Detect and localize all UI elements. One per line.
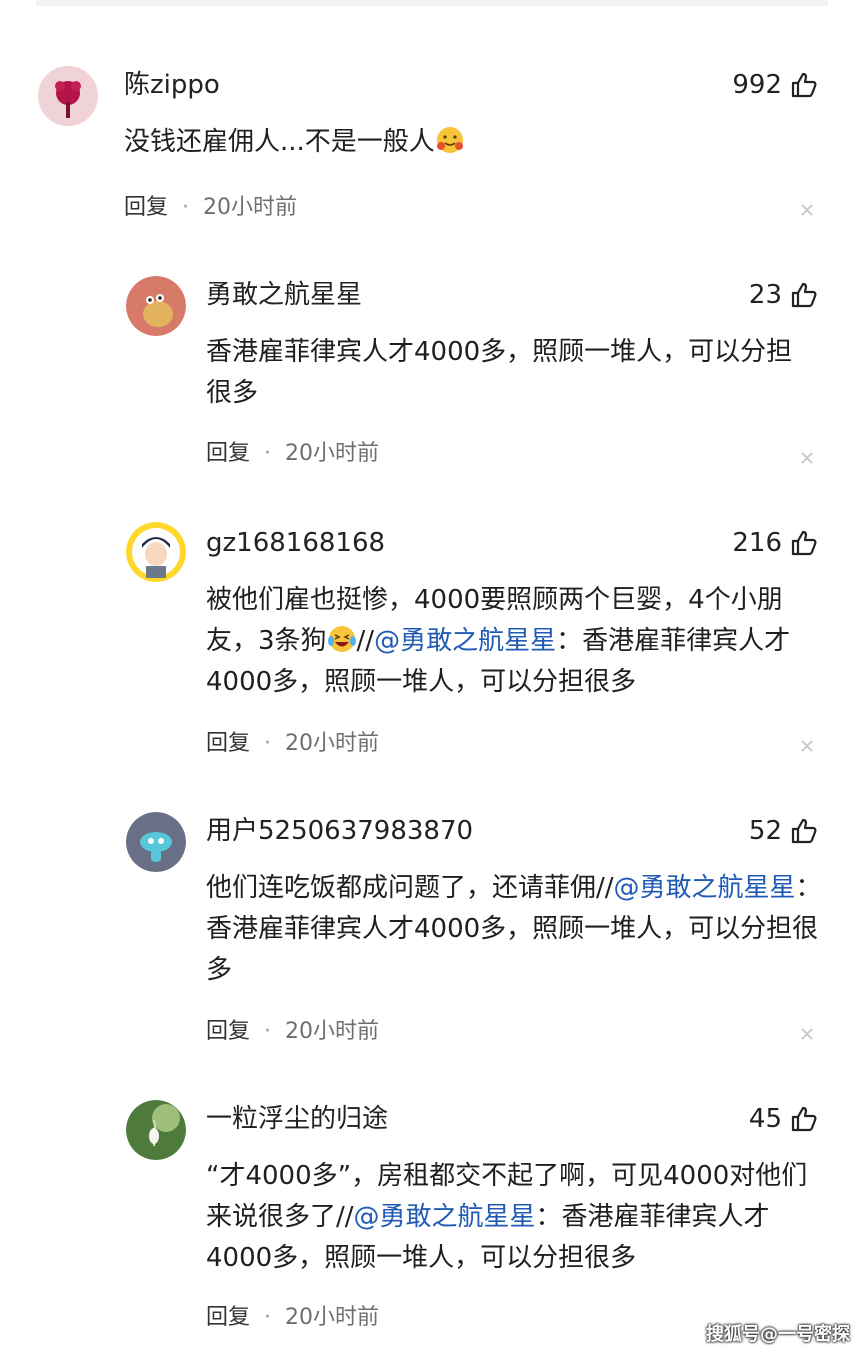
avatar-image [126,276,186,336]
avatar[interactable] [126,276,186,336]
reply-button[interactable]: 回复 [206,729,250,759]
username[interactable]: gz168168168 [206,526,385,560]
thumbs-up-icon [791,282,817,308]
avatar-image [126,812,186,872]
like-count: 45 [748,1104,782,1134]
thumbs-up-icon [791,72,817,98]
comment-meta: 回复 · 20小时前 [206,729,379,759]
reply-button[interactable]: 回复 [206,1017,250,1047]
timestamp: 20小时前 [203,195,298,220]
comment-meta: 回复 · 20小时前 [206,439,379,469]
like-count: 52 [748,816,782,846]
username[interactable]: 一粒浮尘的归途 [206,1102,388,1136]
like-count: 216 [732,528,782,558]
like-button[interactable]: 23 [749,278,818,312]
mention-link[interactable]: @勇敢之航星星 [354,1202,536,1232]
username[interactable]: 陈zippo [124,68,220,102]
like-count: 992 [732,70,782,100]
thumbs-up-icon [791,1106,817,1132]
comment-meta: 回复 · 20小时前 [206,1017,379,1047]
avatar[interactable] [126,1100,186,1160]
timestamp: 20小时前 [285,731,380,756]
avatar[interactable] [38,66,98,126]
avatar-image [126,1100,186,1160]
comment-meta: 回复 · 20小时前 [206,1303,379,1333]
username[interactable]: 用户5250637983870 [206,814,473,848]
close-icon[interactable] [800,1027,814,1041]
like-button[interactable]: 216 [732,526,818,560]
source-watermark: 搜狐号@一号密探 [706,1324,850,1345]
comment-meta: 回复 · 20小时前 [124,193,297,223]
timestamp: 20小时前 [285,1305,380,1330]
avatar[interactable] [126,522,186,582]
username[interactable]: 勇敢之航星星 [206,278,362,312]
comment-text: 被他们雇也挺惨，4000要照顾两个巨婴，4个小朋友，3条狗//@勇敢之航星星：香… [206,585,791,697]
close-icon[interactable] [800,739,814,753]
reply-button[interactable]: 回复 [124,193,168,223]
avatar[interactable] [126,812,186,872]
like-button[interactable]: 992 [732,68,818,102]
comment-text: 没钱还雇佣人...不是一般人 [124,122,824,163]
timestamp: 20小时前 [285,441,380,466]
reply-button[interactable]: 回复 [206,1303,250,1333]
close-icon[interactable] [800,203,814,217]
like-button[interactable]: 52 [749,814,818,848]
comment-text: “才4000多”，房租都交不起了啊，可见4000对他们来说很多了//@勇敢之航星… [206,1161,808,1273]
reply-button[interactable]: 回复 [206,439,250,469]
comment-text: 香港雇菲律宾人才4000多，照顾一堆人，可以分担很多 [206,337,793,408]
avatar-image [38,66,98,126]
mention-link[interactable]: @勇敢之航星星 [374,626,556,656]
thumbs-up-icon [791,818,817,844]
laugh-cry-emoji-icon [327,624,357,654]
comment-text: 他们连吃饭都成问题了，还请菲佣//@勇敢之航星星：香港雇菲律宾人才4000多，照… [206,873,822,985]
thumbs-up-icon [791,530,817,556]
like-count: 23 [748,280,782,310]
close-icon[interactable] [800,451,814,465]
hug-emoji-icon [435,125,465,155]
timestamp: 20小时前 [285,1019,380,1044]
like-button[interactable]: 45 [749,1102,818,1136]
avatar-image [126,522,186,582]
mention-link[interactable]: @勇敢之航星星 [614,873,796,903]
top-divider [36,0,828,6]
